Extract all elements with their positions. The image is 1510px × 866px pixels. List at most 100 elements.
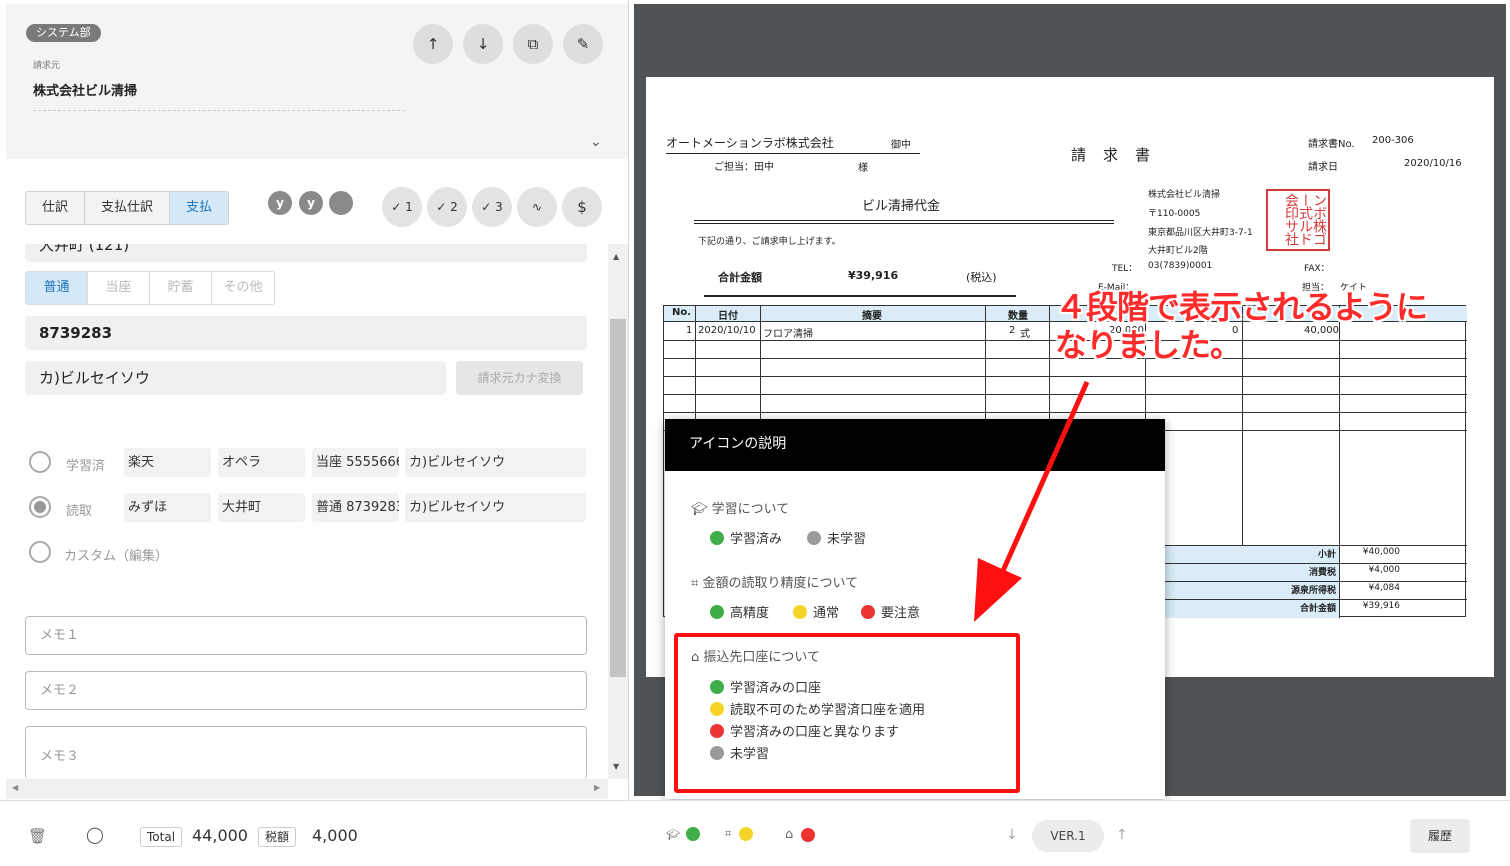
check-icon: ✓ (391, 200, 402, 214)
account-name-field[interactable]: カ)ビルセイソウ (25, 361, 446, 395)
row1-unit: 式 (1020, 329, 1030, 340)
account-type-other[interactable]: その他 (212, 272, 274, 304)
copy-icon: ⧉ (527, 35, 539, 53)
status-dot-reading: y (299, 191, 323, 215)
branch-field[interactable]: 大井町 (121) (25, 244, 587, 262)
invoice-sama: 様 (858, 163, 868, 174)
legend-learned: 学習済み (710, 528, 782, 547)
th-desc: 摘要 (862, 311, 882, 322)
radio-read[interactable] (29, 496, 51, 518)
green-dot-icon (710, 530, 724, 545)
row1-desc: フロア清掃 (763, 329, 813, 340)
total-value-withholding: ¥4,084 (1368, 583, 1401, 593)
gray-dot-icon (807, 530, 821, 545)
learned-bank: 楽天 (124, 448, 211, 477)
memo-3-field[interactable]: メモ３ (25, 726, 587, 779)
account-number-field[interactable]: 8739283 (25, 316, 587, 350)
account-type-current[interactable]: 当座 (88, 272, 150, 304)
th-date: 日付 (718, 311, 738, 322)
check-2-button[interactable]: ✓ 2 (427, 187, 467, 227)
scroll-right-icon[interactable]: ▶ (594, 783, 600, 792)
learning-section-title: 🎓︎ 学習について (691, 502, 790, 517)
row-line (1145, 545, 1467, 546)
learned-number: 当座 5555666 (312, 448, 399, 477)
account-type-ordinary[interactable]: 普通 (26, 272, 88, 304)
yellow-dot-icon (793, 604, 807, 619)
radio-custom[interactable] (29, 541, 51, 563)
invoice-title: 請 求 書 (1071, 146, 1152, 164)
scroll-down-icon[interactable]: ▼ (613, 762, 619, 771)
arrow-head (974, 558, 1022, 622)
annotation-text: ４段階で表示されるように なりました。 (1055, 288, 1428, 364)
invoice-amount-label: 合計金額 (718, 271, 762, 284)
legend-normal-accuracy: 通常 (793, 602, 839, 621)
scroll-left-icon[interactable]: ◀ (12, 783, 18, 792)
copy-button[interactable]: ⧉ (513, 24, 553, 64)
invoice-tax-incl: (税込) (966, 271, 997, 284)
invoice-greeting: 下記の通り、ご請求申し上げます。 (698, 237, 841, 247)
mode-tabs: 仕訳 支払仕訳 支払 (25, 191, 230, 225)
trash-icon[interactable]: 🗑 (28, 827, 47, 845)
history-button[interactable]: 履歴 (1410, 819, 1470, 853)
payment-button[interactable]: $ (562, 187, 602, 227)
version-down-icon[interactable]: ↓ (1006, 827, 1018, 843)
invoice-contact: ご担当：田中 (714, 162, 774, 173)
vertical-scrollbar[interactable]: ▲ ▼ (608, 244, 628, 779)
memo-1-field[interactable]: メモ１ (25, 616, 587, 655)
check-3-button[interactable]: ✓ 3 (472, 187, 512, 227)
memo-2-field[interactable]: メモ２ (25, 671, 587, 710)
horizontal-scrollbar[interactable]: ◀ ▶ (6, 779, 608, 799)
learning-status[interactable]: 🎓︎ (666, 827, 700, 841)
scroll-up-icon[interactable]: ▲ (613, 252, 619, 261)
activity-button[interactable]: ∿ (517, 187, 557, 227)
scroll-thumb[interactable] (610, 319, 626, 677)
pencil-icon: ✎ (576, 35, 590, 53)
invoice-customer: オートメーションラボ株式会社 (666, 136, 834, 150)
row1-qty: 2 (1009, 325, 1016, 336)
invoice-amount-value: ¥39,916 (848, 269, 899, 282)
tab-journal[interactable]: 仕訳 (26, 192, 86, 224)
version-badge[interactable]: VER.1 (1032, 820, 1104, 852)
account-type-savings[interactable]: 貯蓄 (150, 272, 212, 304)
scan-icon: ⌗ (725, 827, 732, 840)
learned-branch: オペラ (218, 448, 305, 477)
vendor-name[interactable]: 株式会社ビル清掃 (33, 80, 137, 99)
yellow-dot-icon (739, 827, 754, 841)
radio-read-label: 読取 (66, 504, 93, 519)
check-1-button[interactable]: ✓ 1 (382, 187, 422, 227)
edit-button[interactable]: ✎ (563, 24, 603, 64)
invoice-date-label: 請求日 (1308, 162, 1338, 173)
invoice-date-value: 2020/10/16 (1404, 158, 1462, 169)
green-dot-icon (685, 827, 700, 841)
move-up-button[interactable]: ↑ (413, 24, 453, 64)
tab-payment-journal[interactable]: 支払仕訳 (85, 192, 171, 224)
legend-unlearned: 未学習 (807, 528, 866, 547)
read-branch: 大井町 (218, 493, 305, 522)
move-down-button[interactable]: ↓ (463, 24, 503, 64)
subject-line-2 (694, 223, 1114, 224)
version-up-icon[interactable]: ↑ (1116, 827, 1128, 843)
total-value-grand: ¥39,916 (1362, 601, 1400, 611)
tab-payment[interactable]: 支払 (170, 192, 229, 224)
legend-high-accuracy: 高精度 (710, 602, 769, 621)
account-status[interactable]: ⌂ (785, 827, 816, 842)
kana-convert-button[interactable]: 請求元カナ変換 (456, 361, 583, 395)
th-qty: 数量 (1008, 311, 1028, 322)
red-dot-icon (861, 604, 875, 619)
comment-icon[interactable]: ◯ (86, 825, 104, 844)
radio-learned-label: 学習済 (66, 459, 106, 474)
graduation-cap-icon: 🎓︎ (666, 827, 680, 841)
chevron-down-icon[interactable]: ⌄ (590, 134, 602, 150)
arrow-down-icon: ↓ (476, 35, 490, 53)
department-tag: システム部 (26, 24, 101, 42)
row1-no: 1 (686, 325, 693, 336)
tax-label: 税額 (258, 827, 297, 847)
radio-custom-label: カスタム（編集） (64, 549, 169, 564)
check-icon: ✓ (436, 200, 447, 214)
annotation-line-2: なりました。 (1055, 326, 1242, 364)
radio-learned[interactable] (29, 451, 51, 473)
row1-date: 2020/10/10 (698, 325, 756, 336)
accuracy-status[interactable]: ⌗ (725, 827, 754, 841)
status-dot-learning: y (268, 191, 292, 215)
totals-footer: 🗑 ◯ Total 44,000 税額 4,000 (0, 800, 629, 866)
